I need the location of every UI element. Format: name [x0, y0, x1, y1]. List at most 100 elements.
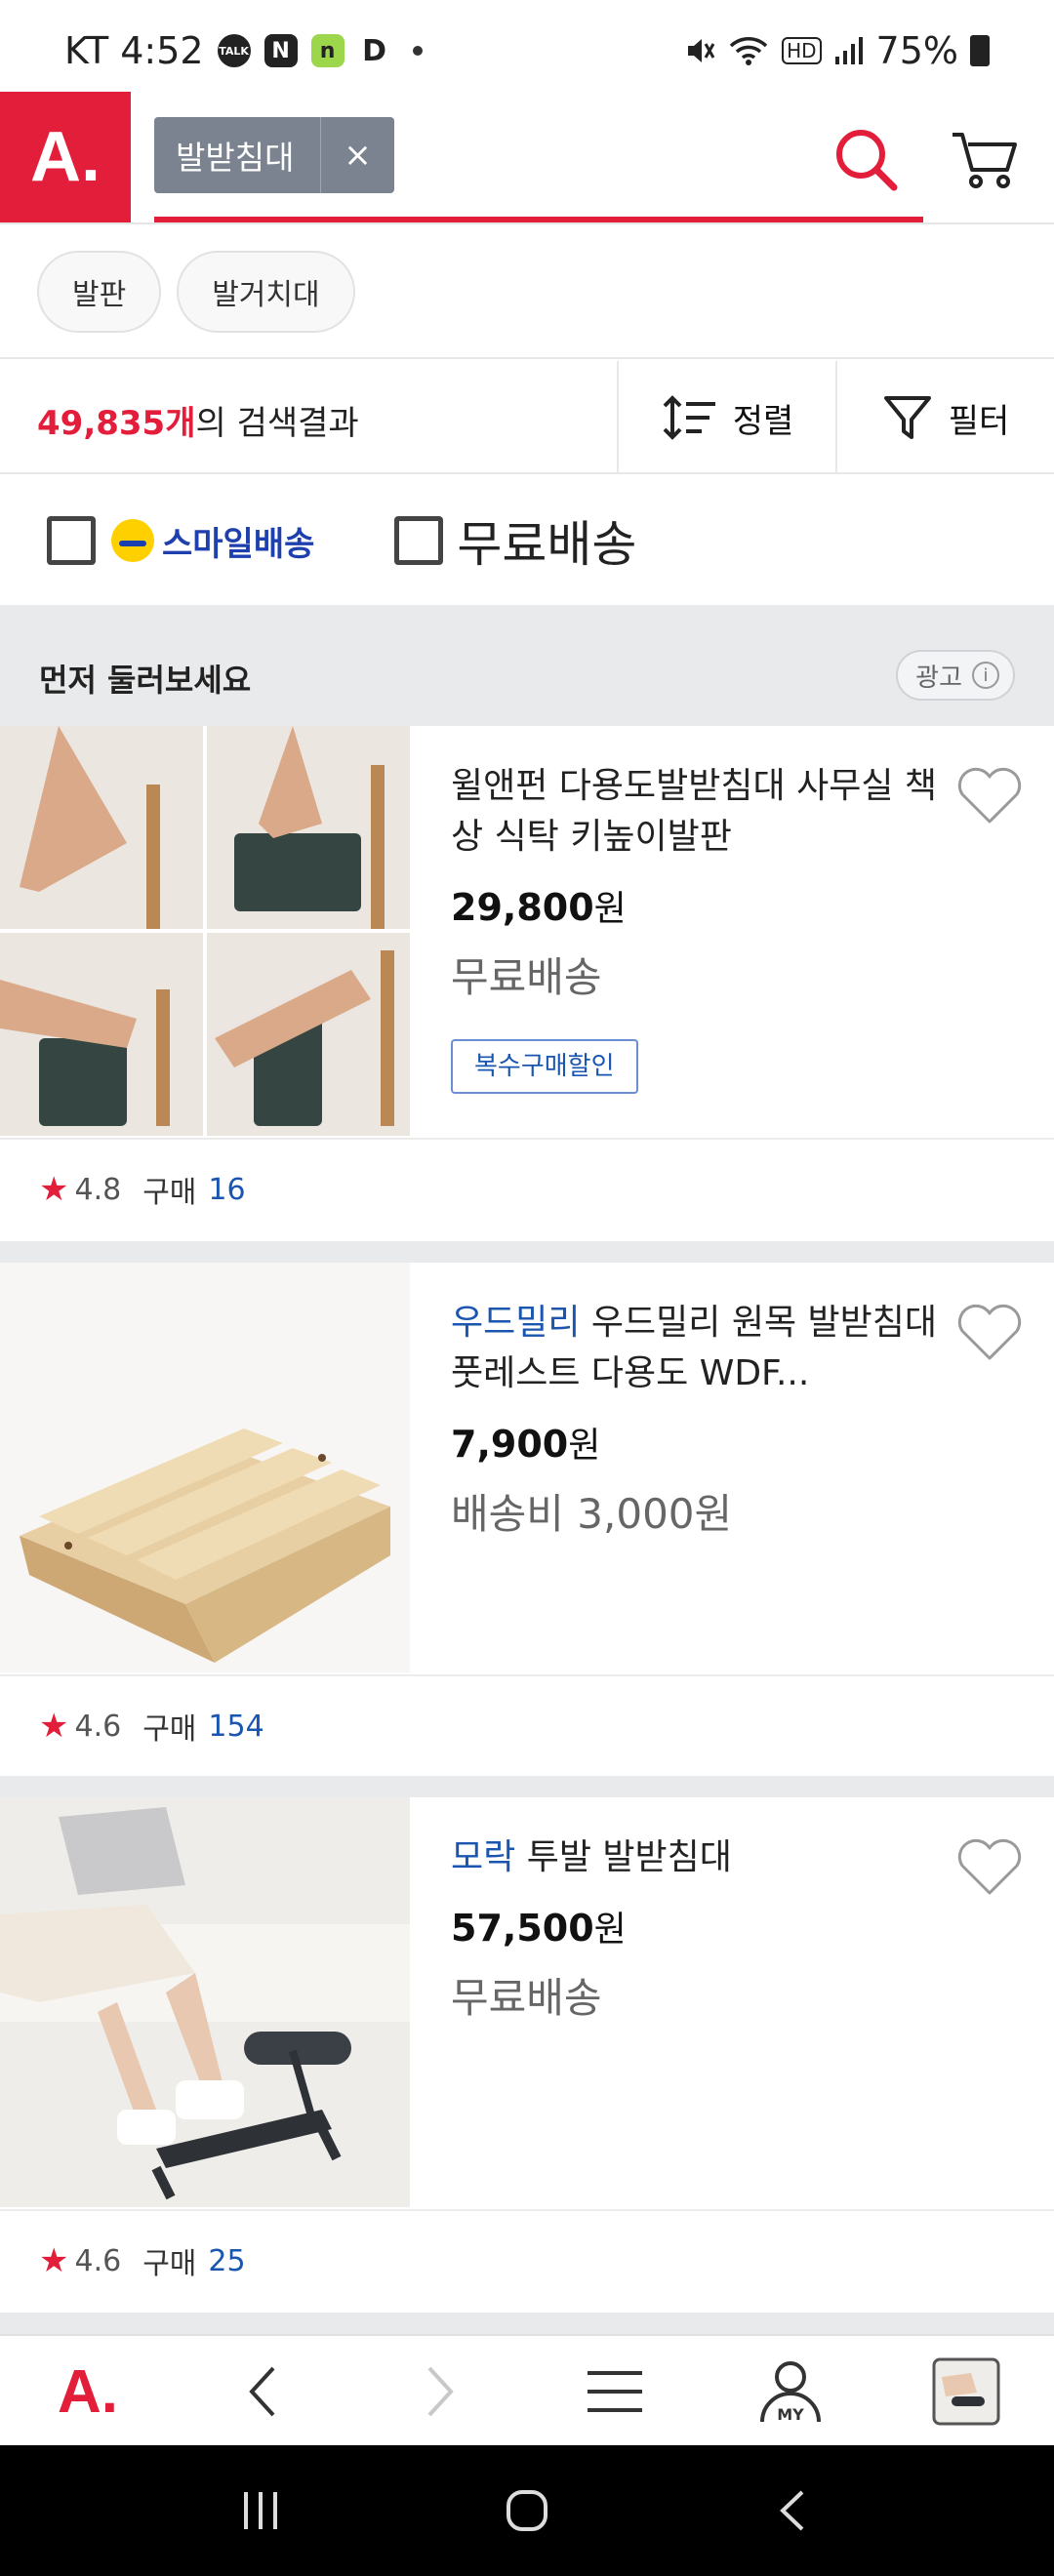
forward-button[interactable] [351, 2336, 527, 2447]
bottom-navigation: A. MY [0, 2334, 1054, 2445]
sort-button[interactable]: 정렬 [617, 361, 835, 474]
filter-icon [883, 396, 931, 439]
product-card[interactable]: 모락 투발 발받침대 57,500원 무료배송 ★ 4.6 구매 25 [0, 1797, 1054, 2313]
buy-count: 25 [208, 2243, 246, 2278]
product-title-text: 윌앤펀 다용도발받침대 사무실 책상 식탁 키높이발판 [451, 766, 938, 857]
product-price: 57,500원 [451, 1901, 939, 1952]
star-icon: ★ [39, 1170, 69, 1209]
clear-query-icon[interactable]: × [320, 117, 394, 193]
rating-row: ★ 4.8 구매 16 [0, 1138, 1054, 1239]
price-value: 7,900 [451, 1423, 569, 1466]
price-unit: 원 [593, 1910, 627, 1950]
back-icon [249, 2366, 275, 2417]
buy-label: 구매 [142, 1712, 197, 1747]
rating-value: 4.8 [74, 1172, 122, 1207]
buy-count: 16 [208, 1172, 246, 1207]
product-info[interactable]: 윌앤펀 다용도발받침대 사무실 책상 식탁 키높이발판 29,800원 무료배송… [451, 761, 939, 1094]
wishlist-heart-icon[interactable] [954, 765, 1025, 827]
price-value: 29,800 [451, 886, 594, 929]
query-chip[interactable]: 발받침대 × [154, 117, 394, 193]
menu-button[interactable] [527, 2336, 703, 2447]
battery-icon [970, 35, 990, 66]
back-icon[interactable] [769, 2486, 818, 2535]
product-info[interactable]: 우드밀리 우드밀리 원목 발받침대 풋레스트 다용도 WDF... 7,900원… [451, 1298, 939, 1541]
shipping-info: 배송비 3,000원 [451, 1490, 733, 1538]
recent-product-icon [932, 2357, 1000, 2426]
product-brand: 우드밀리 [451, 1303, 581, 1343]
price-value: 57,500 [451, 1907, 594, 1950]
sort-label: 정렬 [732, 401, 794, 441]
rating-row: ★ 4.6 구매 25 [0, 2209, 1054, 2311]
product-image[interactable] [0, 726, 410, 1136]
product-title[interactable]: 우드밀리 우드밀리 원목 발받침대 풋레스트 다용도 WDF... [451, 1298, 939, 1399]
result-bar: 49,835개의 검색결과 정렬 필터 [0, 361, 1054, 474]
related-keywords: 발판 발거치대 [0, 226, 1054, 359]
buy-label: 구매 [142, 1176, 197, 1210]
cart-icon[interactable] [945, 121, 1023, 199]
talk-icon: TALK [217, 34, 251, 67]
sort-icon [663, 395, 715, 440]
home-icon[interactable] [503, 2486, 551, 2535]
d-icon: D [362, 33, 387, 68]
signal-icon [834, 37, 863, 64]
rating-row: ★ 4.6 구매 154 [0, 1674, 1054, 1776]
search-icon[interactable] [828, 121, 906, 199]
search-input[interactable]: 발받침대 × [154, 92, 923, 222]
menu-icon [588, 2371, 642, 2412]
product-price: 29,800원 [451, 880, 939, 931]
ad-label: 광고 [915, 663, 962, 693]
ad-section-title: 먼저 둘러보세요 [39, 662, 252, 699]
product-image[interactable] [0, 1263, 410, 1672]
product-brand: 모락 [451, 1837, 516, 1877]
free-shipping-label[interactable]: 무료배송 [457, 505, 636, 576]
recent-product-button[interactable] [878, 2336, 1054, 2447]
smile-delivery-checkbox[interactable] [47, 516, 96, 565]
shipping-info: 무료배송 [451, 1974, 602, 2022]
card-divider [0, 1776, 1054, 1797]
product-card[interactable]: 윌앤펀 다용도발받침대 사무실 책상 식탁 키높이발판 29,800원 무료배송… [0, 726, 1054, 1241]
auction-logo[interactable]: A. [0, 92, 131, 222]
result-count-suffix: 의 검색결과 [195, 404, 359, 443]
footrest-collage-image [0, 726, 410, 1136]
forward-icon [427, 2366, 454, 2417]
smile-delivery-text: 스마일배송 [162, 524, 315, 564]
recents-icon[interactable] [236, 2486, 285, 2535]
discount-badge: 복수구매할인 [451, 1039, 638, 1094]
battery-percent: 75% [875, 29, 958, 72]
product-info[interactable]: 모락 투발 발받침대 57,500원 무료배송 [451, 1832, 939, 2025]
filter-button[interactable]: 필터 [835, 361, 1054, 474]
wishlist-heart-icon[interactable] [954, 1836, 1025, 1899]
status-bar: KT 4:52 TALK N n D HD 75% [0, 0, 1054, 92]
naver-icon: N [264, 34, 298, 67]
back-button[interactable] [176, 2336, 351, 2447]
wooden-footrest-image [0, 1263, 410, 1672]
free-shipping-checkbox[interactable] [394, 516, 444, 565]
status-left: KT 4:52 TALK N n D [64, 29, 423, 72]
result-count: 49,835개의 검색결과 [37, 396, 359, 444]
product-title[interactable]: 모락 투발 발받침대 [451, 1832, 939, 1883]
buy-count: 154 [208, 1709, 264, 1744]
logo-text: A. [30, 118, 101, 196]
smile-delivery-label[interactable]: 스마일배송 [111, 517, 314, 565]
carrier-time: KT 4:52 [64, 29, 204, 72]
keyword-chip[interactable]: 발거치대 [177, 251, 355, 333]
system-navigation-bar [0, 2445, 1054, 2576]
query-chip-text: 발받침대 [176, 139, 295, 177]
product-title[interactable]: 윌앤펀 다용도발받침대 사무실 책상 식탁 키높이발판 [451, 761, 939, 863]
product-card[interactable]: 우드밀리 우드밀리 원목 발받침대 풋레스트 다용도 WDF... 7,900원… [0, 1263, 1054, 1776]
smile-icon [111, 519, 154, 562]
my-page-button[interactable]: MY [703, 2336, 878, 2447]
product-price: 7,900원 [451, 1417, 939, 1468]
logo-text: A. [58, 2357, 118, 2426]
wishlist-heart-icon[interactable] [954, 1302, 1025, 1364]
keyword-chip[interactable]: 발판 [37, 251, 162, 333]
price-unit: 원 [593, 889, 627, 929]
notification-dot-icon [412, 46, 423, 56]
product-image[interactable] [0, 1797, 410, 2207]
card-divider [0, 1241, 1054, 1263]
home-logo-button[interactable]: A. [0, 2336, 176, 2447]
rating-value: 4.6 [74, 2243, 122, 2278]
status-right: HD 75% [682, 29, 990, 72]
quick-filters: 스마일배송 무료배송 [0, 476, 1054, 605]
ad-badge[interactable]: 광고 i [896, 650, 1015, 701]
